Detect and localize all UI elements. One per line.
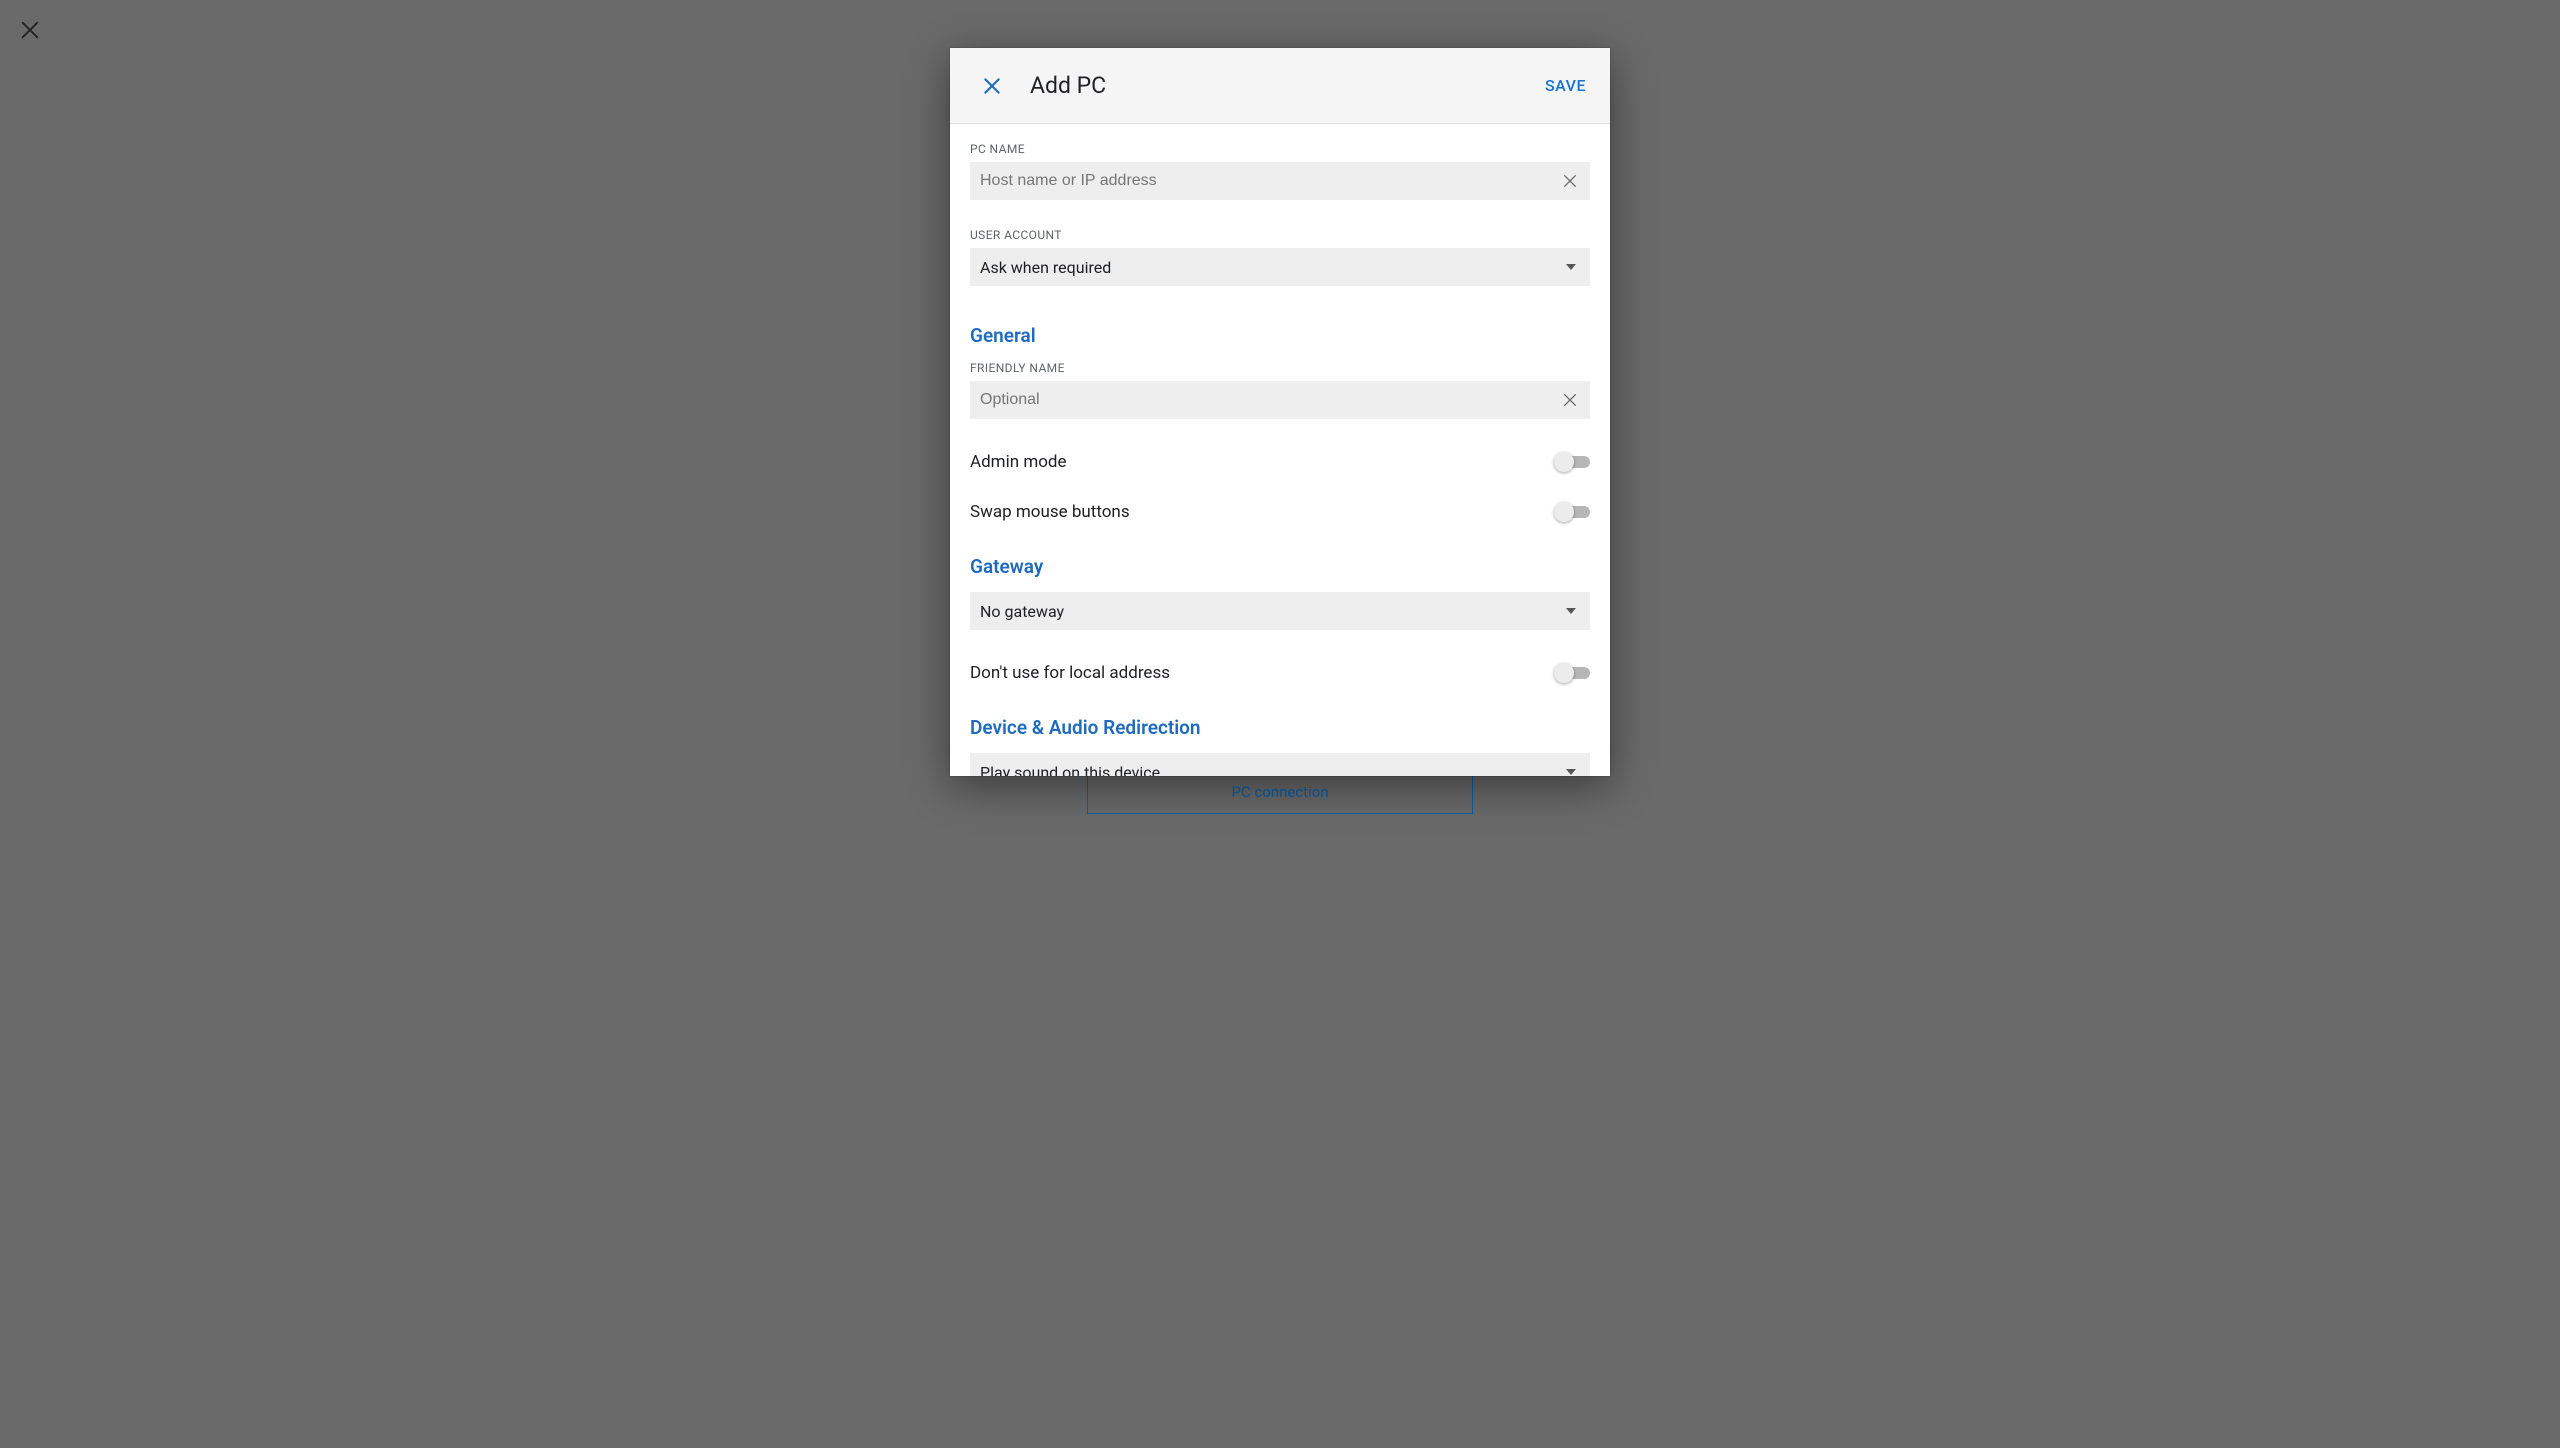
- user-account-value: Ask when required: [980, 258, 1111, 277]
- pc-connection-label: PC connection: [1231, 783, 1328, 801]
- admin-mode-label: Admin mode: [970, 452, 1067, 472]
- dialog-header: Add PC SAVE: [950, 48, 1610, 124]
- user-account-dropdown[interactable]: Ask when required: [970, 248, 1590, 286]
- chevron-down-icon: [1566, 264, 1576, 270]
- section-redirection-heading: Device & Audio Redirection: [970, 716, 1590, 739]
- chevron-down-icon: [1566, 769, 1576, 775]
- dialog-body: PC NAME USER ACCOUNT Ask when required G…: [950, 124, 1610, 776]
- dont-use-local-toggle[interactable]: [1554, 663, 1590, 683]
- pc-connection-button[interactable]: PC connection: [1087, 770, 1473, 814]
- save-button[interactable]: SAVE: [1545, 76, 1586, 95]
- add-pc-dialog: Add PC SAVE PC NAME USER ACCOUNT Ask whe…: [950, 48, 1610, 776]
- user-account-label: USER ACCOUNT: [970, 228, 1590, 242]
- section-general-heading: General: [970, 324, 1590, 347]
- chevron-down-icon: [1566, 608, 1576, 614]
- close-icon[interactable]: [978, 72, 1006, 100]
- admin-mode-row: Admin mode: [970, 437, 1590, 487]
- sound-value: Play sound on this device: [980, 763, 1160, 777]
- friendly-name-label: FRIENDLY NAME: [970, 361, 1590, 375]
- backdrop-close-icon[interactable]: [18, 18, 42, 42]
- swap-mouse-toggle[interactable]: [1554, 502, 1590, 522]
- pc-name-input[interactable]: [980, 162, 1590, 200]
- sound-dropdown[interactable]: Play sound on this device: [970, 753, 1590, 776]
- dialog-title: Add PC: [1030, 72, 1545, 99]
- pc-name-field[interactable]: [970, 162, 1590, 200]
- friendly-name-field[interactable]: [970, 381, 1590, 419]
- gateway-value: No gateway: [980, 602, 1064, 621]
- swap-mouse-row: Swap mouse buttons: [970, 487, 1590, 537]
- gateway-dropdown[interactable]: No gateway: [970, 592, 1590, 630]
- swap-mouse-label: Swap mouse buttons: [970, 502, 1130, 522]
- dont-use-local-label: Don't use for local address: [970, 663, 1170, 683]
- clear-icon[interactable]: [1560, 390, 1580, 410]
- section-gateway-heading: Gateway: [970, 555, 1590, 578]
- admin-mode-toggle[interactable]: [1554, 452, 1590, 472]
- pc-name-label: PC NAME: [970, 142, 1590, 156]
- clear-icon[interactable]: [1560, 171, 1580, 191]
- friendly-name-input[interactable]: [980, 381, 1590, 419]
- dont-use-local-row: Don't use for local address: [970, 648, 1590, 698]
